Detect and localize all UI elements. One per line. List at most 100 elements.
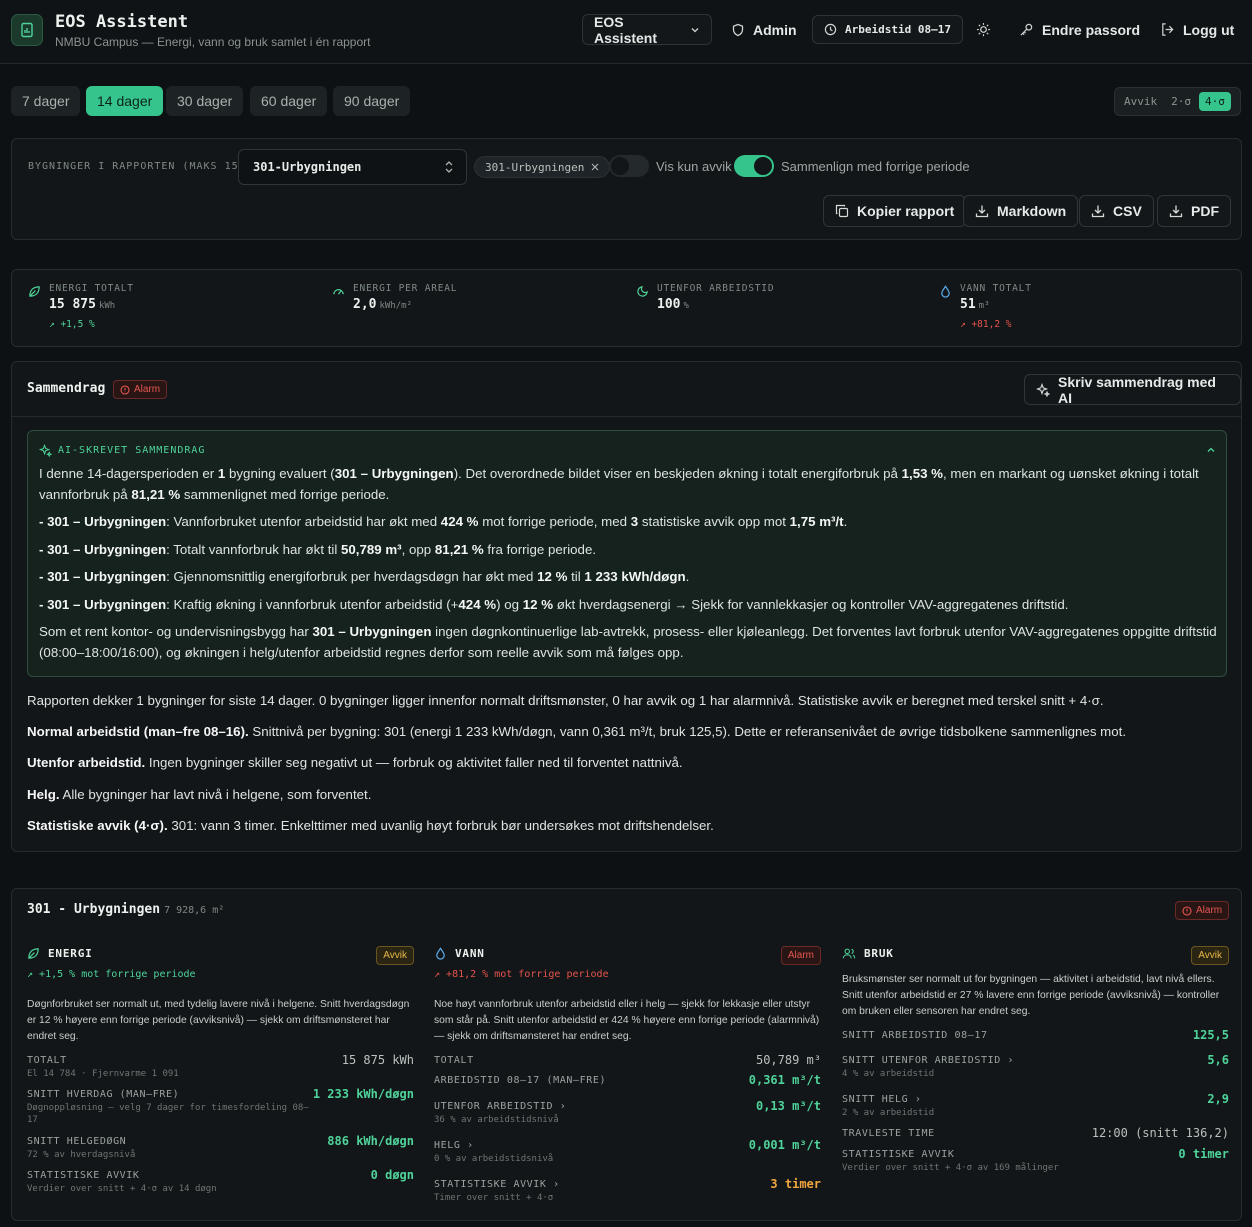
theme-toggle-button[interactable] xyxy=(976,14,991,45)
summary-panel: Sammendrag Alarm Skriv sammendrag med AI… xyxy=(11,361,1242,852)
metric-row: SNITT HELGEDØGN 72 % av hverdagsnivå 886 k… xyxy=(27,1134,414,1161)
threshold-option-2sigma[interactable]: 2·σ xyxy=(1165,92,1197,111)
remove-chip-icon[interactable] xyxy=(591,163,599,171)
metric-sublabel: Døgnoppløsning — velg 7 dager for timesf… xyxy=(27,1103,309,1125)
building-alarm-badge: Alarm xyxy=(1175,901,1230,920)
divider xyxy=(12,416,1241,417)
metric-sublabel: 36 % av arbeidstidsnivå xyxy=(434,1115,559,1125)
only-deviations-toggle[interactable] xyxy=(609,155,649,177)
metric-row[interactable]: UTENFOR ARBEIDSTID › 36 % av arbeidstidsn… xyxy=(434,1099,821,1126)
metric-row: ARBEIDSTID 08–17 (MAN–FRE) 0,361 m³/t xyxy=(434,1073,821,1087)
metric-label: SNITT ARBEIDSTID 08–17 xyxy=(842,1030,988,1041)
energy-title: ENERGI xyxy=(48,947,93,960)
metric-value: 0,001 m³/t xyxy=(748,1138,821,1152)
copy-icon xyxy=(835,204,849,218)
copy-report-button[interactable]: Kopier rapport xyxy=(823,195,967,227)
kpi-delta-value: +1,5 % xyxy=(60,319,95,330)
energy-trend-text: +1,5 % mot forrige periode xyxy=(39,969,196,980)
building-area: 7 928,6 m² xyxy=(164,905,225,916)
metric-value: 2,9 xyxy=(1207,1092,1229,1106)
building-chip: 301-Urbygningen xyxy=(474,156,611,178)
ai-summary-paragraph: Som et rent kontor- og undervisningsbygg… xyxy=(39,624,1217,660)
kpi-delta: ↗ +81,2 % xyxy=(960,319,1012,330)
threshold-option-4sigma[interactable]: 4·σ xyxy=(1199,92,1231,111)
kpi-value: 15 875 xyxy=(49,297,96,312)
kpi-delta-value: +81,2 % xyxy=(971,319,1012,330)
building-select[interactable]: 301-Urbygningen xyxy=(238,149,467,185)
ai-summary-paragraph: - 301 – Urbygningen: Vannforbruket utenf… xyxy=(39,514,848,529)
metric-value: 0 timer xyxy=(1178,1147,1229,1161)
period-tab-14[interactable]: 14 dager xyxy=(86,86,164,116)
metric-value: 1 233 kWh/døgn xyxy=(312,1087,414,1101)
chevron-up-icon[interactable] xyxy=(1206,445,1216,455)
drop-icon xyxy=(434,947,447,960)
sparkles-icon xyxy=(39,444,52,457)
copy-report-label: Kopier rapport xyxy=(857,203,955,219)
assistant-select[interactable]: EOS Assistent xyxy=(582,14,712,46)
sun-icon xyxy=(976,22,991,37)
metric-value: 0 døgn xyxy=(370,1168,414,1182)
gauge-icon xyxy=(332,285,345,298)
water-trend-text: +81,2 % mot forrige periode xyxy=(446,969,609,980)
worktime-label: Arbeidstid 08–17 xyxy=(845,23,951,36)
report-paragraph: Normal arbeidstid (man–fre 08–16). Snitt… xyxy=(27,724,1127,739)
kpi-value: 51 xyxy=(960,297,976,312)
download-icon xyxy=(1169,204,1183,218)
updown-chevron-icon xyxy=(444,160,454,174)
compare-toggle[interactable] xyxy=(734,155,774,177)
csv-label: CSV xyxy=(1113,203,1142,219)
kpi-unit: kWh xyxy=(98,301,116,311)
metric-sublabel: Verdier over snitt + 4·σ av 14 døgn xyxy=(27,1184,217,1194)
metric-value: 0,361 m³/t xyxy=(748,1073,821,1087)
report-paragraph: Rapporten dekker 1 bygninger for siste 1… xyxy=(27,693,1104,708)
admin-button[interactable]: Admin xyxy=(731,14,797,45)
download-icon xyxy=(1091,204,1105,218)
badge-label: Alarm xyxy=(134,384,161,395)
ai-summary-paragraph: - 301 – Urbygningen: Kraftig økning i va… xyxy=(39,596,1069,612)
metric-row: TRAVLESTE TIME 12:00 (snitt 136,2) xyxy=(842,1126,1229,1140)
metric-sublabel: 72 % av hverdagsnivå xyxy=(27,1150,136,1160)
kpi-label: ENERGI TOTALT xyxy=(49,283,134,294)
kpi-unit: % xyxy=(683,301,689,311)
moon-icon xyxy=(636,285,649,298)
water-trend: ↗ +81,2 % mot forrige periode xyxy=(434,969,609,980)
metric-label: STATISTISKE AVVIK xyxy=(842,1149,955,1160)
users-icon xyxy=(842,947,856,960)
metric-label: STATISTISKE AVVIK xyxy=(27,1170,140,1181)
ai-summary-button[interactable]: Skriv sammendrag med AI xyxy=(1024,373,1241,406)
ai-summary-label: Skriv sammendrag med AI xyxy=(1058,373,1216,406)
metric-row[interactable]: HELG › 0 % av arbeidstidsnivå 0,001 m³/t xyxy=(434,1138,821,1165)
alert-circle-icon xyxy=(120,384,130,395)
metric-row: STATISTISKE AVVIK Verdier over snitt + 4·… xyxy=(842,1147,1229,1174)
worktime-button[interactable]: Arbeidstid 08–17 xyxy=(812,15,963,44)
report-paragraph: Statistiske avvik (4·σ). 301: vann 3 tim… xyxy=(27,818,714,833)
metric-sublabel: 4 % av arbeidstid xyxy=(842,1069,935,1079)
usage-title: BRUK xyxy=(864,947,894,960)
clock-icon xyxy=(824,23,837,36)
metric-row[interactable]: SNITT HELG › 2 % av arbeidstid 2,9 xyxy=(842,1092,1229,1119)
key-icon xyxy=(1019,22,1034,37)
metric-row[interactable]: STATISTISKE AVVIK › Timer over snitt + 4·… xyxy=(434,1177,821,1204)
usage-avvik-badge: Avvik xyxy=(1191,946,1229,965)
period-tab-30[interactable]: 30 dager xyxy=(166,86,244,116)
usage-description: Bruksmønster ser normalt ut for bygninge… xyxy=(842,974,1220,1017)
drop-icon xyxy=(939,285,952,298)
csv-download-button[interactable]: CSV xyxy=(1079,195,1154,227)
period-tab-90[interactable]: 90 dager xyxy=(333,86,411,116)
metric-sublabel: 2 % av arbeidstid xyxy=(842,1108,935,1118)
logout-button[interactable]: Logg ut xyxy=(1160,14,1234,45)
metric-value: 125,5 xyxy=(1192,1028,1229,1042)
threshold-selector: Avvik 2·σ 4·σ xyxy=(1114,87,1241,116)
app-logo-icon xyxy=(11,14,43,46)
period-tab-60[interactable]: 60 dager xyxy=(250,86,328,116)
period-tab-7[interactable]: 7 dager xyxy=(11,86,81,116)
chevron-down-icon xyxy=(690,25,700,35)
change-password-button[interactable]: Endre passord xyxy=(1019,14,1140,45)
building-chip-label: 301-Urbygningen xyxy=(485,160,585,174)
markdown-download-button[interactable]: Markdown xyxy=(963,195,1079,227)
badge-label: Alarm xyxy=(1196,905,1223,916)
filter-panel: BYGNINGER I RAPPORTEN (MAKS 15) 301-Urby… xyxy=(11,138,1242,240)
metric-row[interactable]: SNITT UTENFOR ARBEIDSTID › 4 % av arbeids… xyxy=(842,1053,1229,1080)
pdf-download-button[interactable]: PDF xyxy=(1157,195,1231,227)
metric-value: 15 875 kWh xyxy=(341,1053,414,1067)
